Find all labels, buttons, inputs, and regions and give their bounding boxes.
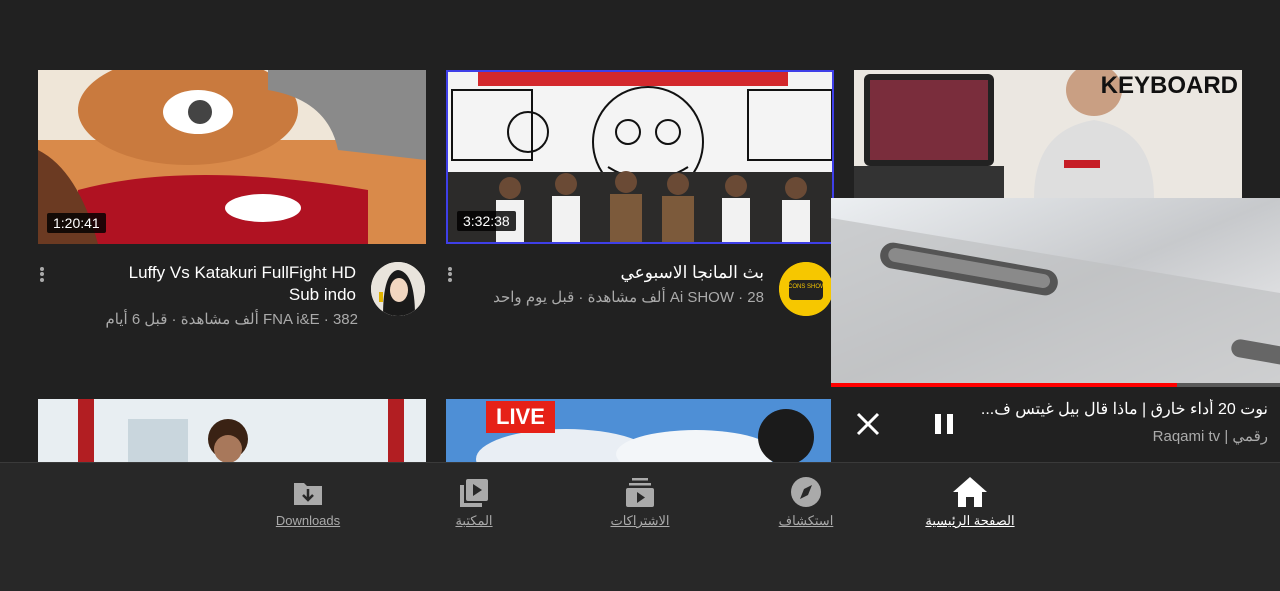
nav-label: المكتبة (455, 513, 493, 528)
video-title[interactable]: بث المانجا الاسبوعي (486, 262, 764, 284)
mini-player-channel: Raqami tv | رقمي (1152, 428, 1268, 445)
more-options-button[interactable] (38, 265, 46, 287)
video-duration: 1:20:41 (47, 213, 106, 233)
video-title[interactable]: Luffy Vs Katakuri FullFight HD Sub indo (98, 262, 356, 306)
video-card[interactable]: 1:20:41 Luffy Vs Katakuri FullFight HD S… (38, 70, 426, 330)
thumbnail-caption: KEYBOARD (1100, 72, 1238, 99)
video-thumbnail[interactable]: LIVE (446, 399, 834, 462)
video-card[interactable] (38, 399, 426, 462)
avatar-image: ICONS SHOW (779, 262, 833, 316)
nav-label: الصفحة الرئيسية (925, 513, 1015, 528)
nav-item-subscriptions[interactable]: الاشتراكات (570, 463, 710, 543)
explore-icon (788, 475, 824, 509)
video-metadata: FNA i&E · 382 ألف مشاهدة · قبل 6 أيام (105, 311, 358, 328)
thumbnail-art (38, 399, 426, 462)
pause-icon (935, 414, 953, 434)
close-icon (856, 412, 880, 436)
top-app-bar (0, 0, 1280, 68)
video-thumbnail[interactable] (38, 399, 426, 462)
more-options-button[interactable] (446, 265, 454, 287)
video-thumbnail[interactable]: 3:32:38 (446, 70, 834, 244)
channel-badge-text: ICONS SHOW (786, 284, 826, 290)
nav-item-downloads[interactable]: Downloads (238, 463, 378, 543)
video-thumbnail[interactable]: 1:20:41 (38, 70, 426, 244)
home-icon (952, 475, 988, 509)
nav-label: استكشاف (778, 513, 834, 528)
live-badge: LIVE (486, 401, 555, 433)
subscriptions-icon (622, 475, 658, 509)
video-duration: 3:32:38 (457, 211, 516, 231)
video-card[interactable]: LIVE (446, 399, 834, 462)
nav-item-library[interactable]: المكتبة (404, 463, 544, 543)
video-thumbnail[interactable]: KEYBOARD (854, 70, 1242, 198)
channel-avatar[interactable] (371, 262, 425, 316)
nav-item-explore[interactable]: استكشاف (736, 463, 876, 543)
nav-item-home[interactable]: الصفحة الرئيسية (900, 463, 1040, 543)
video-metadata: Ai SHOW · 28 ألف مشاهدة · قبل يوم واحد (493, 289, 764, 306)
channel-avatar[interactable]: ICONS SHOW (779, 262, 833, 316)
avatar-image (371, 262, 425, 316)
close-button[interactable] (855, 411, 881, 437)
bottom-navigation-bar: Downloads المكتبة الاشتراكات استكشاف الص… (0, 462, 1280, 591)
pause-button[interactable] (931, 411, 957, 437)
download-icon (290, 475, 326, 509)
video-card[interactable]: 3:32:38 ICONS SHOW بث المانجا الاسبوعي A… (446, 70, 834, 350)
nav-label: الاشتراكات (610, 513, 670, 528)
mini-player-frame (831, 198, 1280, 386)
mini-player-controls: نوت 20 أداء خارق | ماذا قال بيل غيتس ف..… (831, 387, 1280, 462)
mini-player-title[interactable]: نوت 20 أداء خارق | ماذا قال بيل غيتس ف..… (968, 399, 1268, 419)
library-icon (456, 475, 492, 509)
mini-player-video[interactable] (831, 198, 1280, 386)
video-card[interactable]: KEYBOARD (854, 70, 1242, 198)
nav-label: Downloads (275, 513, 341, 528)
